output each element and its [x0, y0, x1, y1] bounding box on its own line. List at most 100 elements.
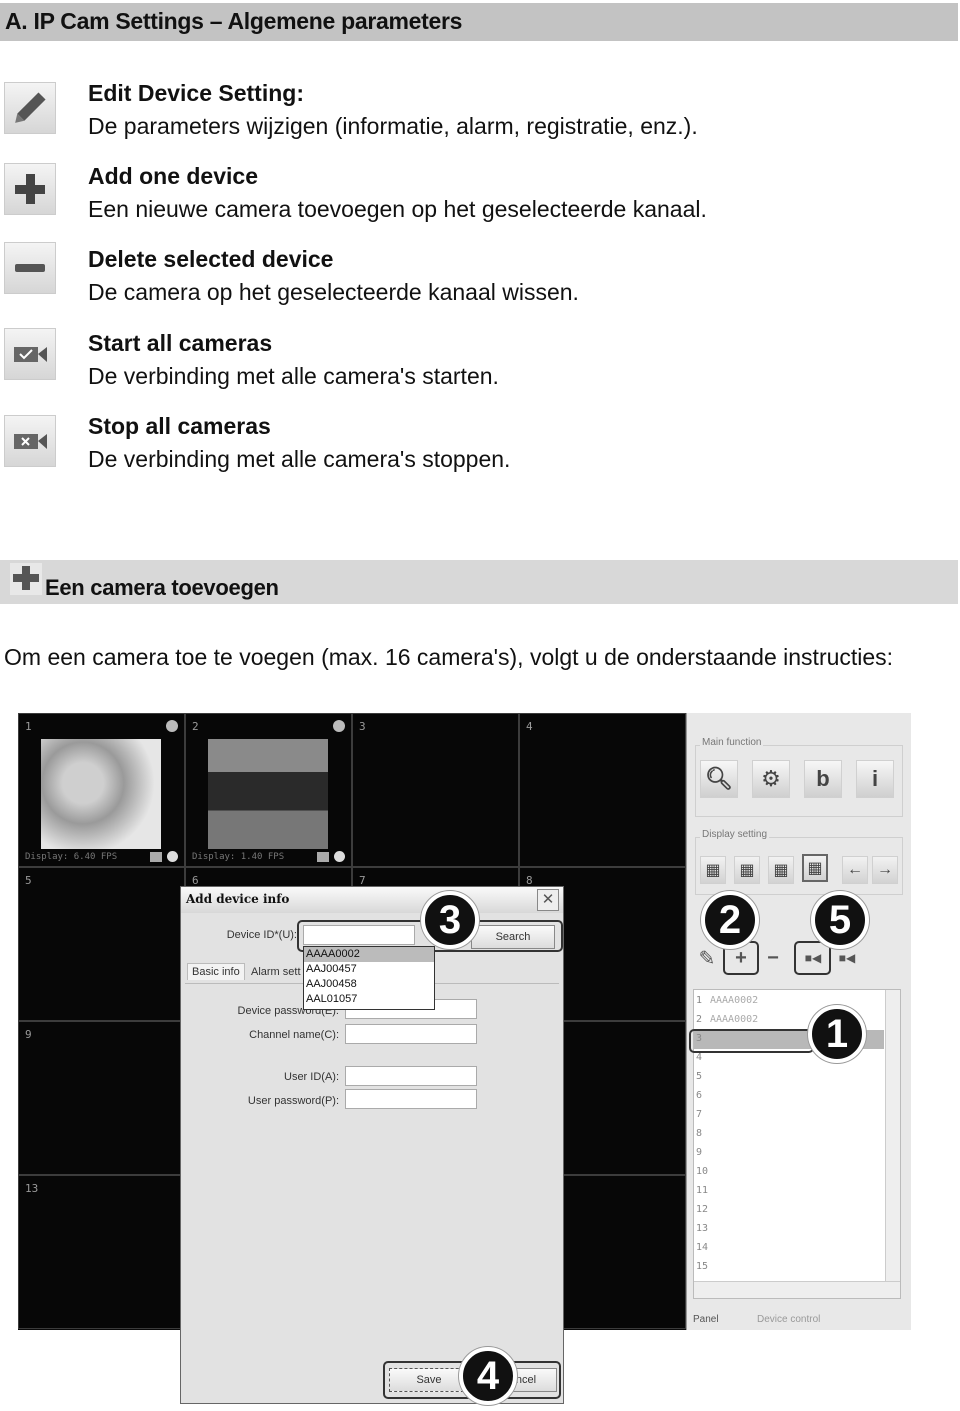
- dropdown-option[interactable]: AAJ00458: [304, 977, 434, 992]
- callout-1: 1: [808, 1005, 866, 1063]
- camera-cell-number: 9: [25, 1028, 32, 1041]
- camera-cell[interactable]: 9: [18, 1021, 185, 1175]
- callout-2: 2: [701, 891, 759, 949]
- video-feed: [41, 739, 161, 849]
- section-a-header: A. IP Cam Settings – Algemene parameters: [0, 3, 958, 41]
- plus-icon: [10, 563, 42, 595]
- item-description: Een nieuwe camera toevoegen op het gesel…: [88, 196, 707, 222]
- arrow-right-icon[interactable]: →: [872, 856, 898, 884]
- vertical-scrollbar[interactable]: [885, 990, 900, 1282]
- pencil-icon[interactable]: ✎: [693, 945, 721, 971]
- dropdown-option[interactable]: AAJ00457: [304, 962, 434, 977]
- tab-basic-info[interactable]: Basic info: [187, 963, 245, 980]
- dropdown-option[interactable]: AAL01057: [304, 992, 434, 1007]
- callout-3: 3: [421, 891, 479, 949]
- item-title: Stop all cameras: [88, 413, 271, 439]
- device-list-row[interactable]: 5: [694, 1068, 884, 1087]
- tab-device-control[interactable]: Device control: [757, 1314, 820, 1325]
- user-password-input[interactable]: [345, 1089, 477, 1109]
- record-icon[interactable]: [334, 851, 345, 862]
- device-list-row[interactable]: 13: [694, 1220, 884, 1239]
- device-list-row[interactable]: 10: [694, 1163, 884, 1182]
- item-title: Edit Device Setting:: [88, 80, 304, 106]
- callout-5: 5: [811, 891, 869, 949]
- fps-readout: Display: 1.40 FPS: [192, 852, 285, 862]
- device-list-row[interactable]: 11: [694, 1182, 884, 1201]
- camera-cell-number: 2: [192, 720, 199, 733]
- channel-number: 15: [696, 1261, 709, 1272]
- dropdown-option[interactable]: AAAA0002: [304, 947, 434, 962]
- dialog-titlebar: Add device info ✕: [181, 887, 563, 913]
- device-id: AAAA0002: [710, 995, 759, 1006]
- tab-alarm-settings[interactable]: Alarm sett: [251, 966, 301, 978]
- tab-panel[interactable]: Panel: [693, 1314, 719, 1325]
- control-sidebar: Main function 🔍︎ ⚙ b i Display setting ▦…: [686, 713, 911, 1330]
- camera-start-icon: [4, 328, 56, 380]
- status-icon: [333, 720, 345, 732]
- user-password-label: User password(P):: [247, 1095, 339, 1107]
- camera-cell[interactable]: 1 Display: 6.40 FPS: [18, 713, 185, 867]
- display-setting-group: Display setting ▦ ▦ ▦ ▦ ← →: [695, 829, 903, 895]
- layout-4-icon[interactable]: ▦: [734, 856, 760, 884]
- snapshot-icon[interactable]: [150, 852, 162, 862]
- item-title: Start all cameras: [88, 330, 273, 356]
- status-icon: [166, 720, 178, 732]
- camera-cell-number: 4: [526, 720, 533, 733]
- arrow-left-icon[interactable]: ←: [842, 856, 868, 884]
- main-function-group: Main function 🔍︎ ⚙ b i: [695, 737, 903, 817]
- device-list-row[interactable]: 7: [694, 1106, 884, 1125]
- callout-4: 4: [459, 1347, 517, 1405]
- device-list-row[interactable]: 15: [694, 1258, 884, 1277]
- section-b-header: Een camera toevoegen: [0, 560, 958, 604]
- playback-icon[interactable]: b: [804, 760, 842, 798]
- camera-cell[interactable]: 13: [18, 1175, 185, 1329]
- camera-cell-number: 5: [25, 874, 32, 887]
- item-stop-all: Stop all cameras De verbinding met alle …: [0, 413, 900, 483]
- highlight-channel-3: [689, 1029, 814, 1053]
- layout-9-icon[interactable]: ▦: [768, 856, 794, 884]
- device-list-row[interactable]: 14: [694, 1239, 884, 1258]
- camera-cell[interactable]: 4: [519, 713, 686, 867]
- settings-icon[interactable]: ⚙: [752, 760, 790, 798]
- layout-16-icon[interactable]: ▦: [802, 854, 828, 882]
- display-setting-label: Display setting: [700, 829, 770, 840]
- intro-text: Om een camera toe te voegen (max. 16 cam…: [4, 644, 894, 670]
- device-list-row[interactable]: 12: [694, 1201, 884, 1220]
- close-icon[interactable]: ✕: [537, 889, 559, 911]
- section-a-title: A. IP Cam Settings – Algemene parameters: [5, 8, 463, 34]
- info-icon[interactable]: i: [856, 760, 894, 798]
- device-list-row[interactable]: 9: [694, 1144, 884, 1163]
- channel-number: 8: [696, 1128, 703, 1139]
- item-description: De camera op het geselecteerde kanaal wi…: [88, 279, 579, 305]
- fps-readout: Display: 6.40 FPS: [25, 852, 118, 862]
- item-title: Add one device: [88, 163, 258, 189]
- snapshot-icon[interactable]: [317, 852, 329, 862]
- sidebar-tabs: Panel Device control: [687, 1310, 911, 1330]
- record-icon[interactable]: [167, 851, 178, 862]
- delete-device-button[interactable]: −: [759, 945, 787, 971]
- camera-cell[interactable]: 3: [352, 713, 519, 867]
- channel-name-input[interactable]: [345, 1024, 477, 1044]
- channel-number: 7: [696, 1109, 703, 1120]
- horizontal-scrollbar[interactable]: [694, 1281, 900, 1298]
- channel-number: 6: [696, 1090, 703, 1101]
- item-title: Delete selected device: [88, 246, 334, 272]
- device-list-row[interactable]: 1 AAAA0002: [694, 992, 884, 1011]
- device-list-row[interactable]: 8: [694, 1125, 884, 1144]
- channel-number: 4: [696, 1052, 703, 1063]
- channel-number: 13: [696, 1223, 709, 1234]
- layout-1-icon[interactable]: ▦: [700, 856, 726, 884]
- dialog-title: Add device info: [186, 892, 290, 906]
- device-list-row[interactable]: 6: [694, 1087, 884, 1106]
- camera-cell[interactable]: 5: [18, 867, 185, 1021]
- minus-icon: [4, 242, 56, 294]
- channel-number: 9: [696, 1147, 703, 1158]
- channel-number: 10: [696, 1166, 709, 1177]
- device-id-label: Device ID*(U):: [226, 929, 297, 941]
- plus-icon: [4, 163, 56, 215]
- camera-cell[interactable]: 2 Display: 1.40 FPS: [185, 713, 352, 867]
- channel-number: 2: [696, 1014, 703, 1025]
- search-icon[interactable]: 🔍︎: [700, 760, 738, 798]
- device-id-dropdown: AAAA0002 AAJ00457 AAJ00458 AAL01057: [303, 946, 435, 1010]
- user-id-input[interactable]: [345, 1066, 477, 1086]
